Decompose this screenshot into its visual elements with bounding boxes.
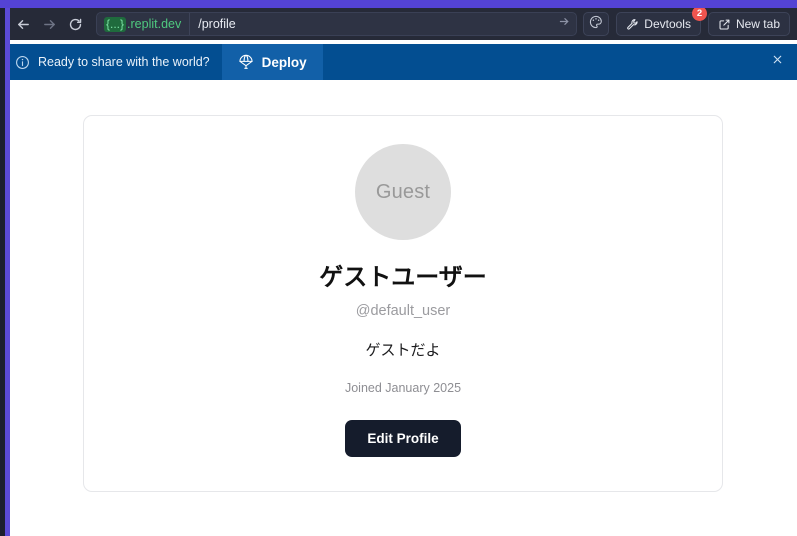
address-bar[interactable]: {...} .replit.dev /profile (96, 12, 578, 36)
avatar: Guest (355, 144, 451, 240)
edit-profile-button[interactable]: Edit Profile (345, 419, 461, 457)
deploy-icon (238, 54, 254, 70)
theme-palette-button[interactable] (583, 12, 610, 36)
arrow-right-icon (42, 17, 57, 32)
profile-display-name: ゲストユーザー (319, 264, 487, 291)
profile-bio: ゲストだよ (365, 341, 441, 359)
profile-joined-date: Joined January 2025 (344, 380, 462, 395)
palette-icon (589, 15, 603, 34)
browser-window: {...} .replit.dev /profile Devtools 2 Ne… (0, 0, 797, 536)
wrench-icon (626, 18, 639, 31)
browser-toolbar: {...} .replit.dev /profile Devtools 2 Ne… (0, 6, 797, 40)
arrow-right-icon (558, 15, 571, 33)
info-icon (15, 55, 30, 70)
forward-button[interactable] (36, 11, 62, 37)
url-host-badge: {...} (104, 16, 127, 32)
profile-handle: @default_user (355, 302, 451, 319)
arrow-left-icon (16, 17, 31, 32)
left-edge-purple-stripe (5, 0, 10, 536)
deploy-button[interactable]: Deploy (221, 44, 323, 80)
deploy-banner: Ready to share with the world? Deploy (0, 44, 797, 80)
devtools-label: Devtools (644, 17, 691, 31)
url-path-input[interactable]: /profile (190, 17, 552, 31)
url-host-suffix: .replit.dev (127, 17, 182, 31)
page-content: Guest ゲストユーザー @default_user ゲストだよ Joined… (10, 80, 797, 536)
banner-close-button[interactable] (767, 52, 787, 72)
reload-icon (68, 17, 83, 32)
deploy-banner-message: Ready to share with the world? (38, 55, 210, 69)
top-purple-bar (0, 0, 797, 8)
avatar-initials: Guest (375, 180, 431, 203)
url-go-button[interactable] (552, 13, 576, 35)
devtools-button[interactable]: Devtools 2 (616, 6, 707, 36)
url-host: {...} .replit.dev (97, 13, 191, 35)
new-tab-button[interactable]: New tab (707, 12, 790, 36)
reload-button[interactable] (62, 11, 88, 37)
profile-card: Guest ゲストユーザー @default_user ゲストだよ Joined… (83, 115, 723, 492)
devtools-notification-badge: 2 (691, 6, 707, 21)
back-button[interactable] (10, 11, 36, 37)
new-tab-label: New tab (735, 17, 780, 31)
deploy-button-label: Deploy (261, 54, 307, 70)
close-icon (771, 53, 784, 71)
external-link-icon (718, 18, 731, 31)
